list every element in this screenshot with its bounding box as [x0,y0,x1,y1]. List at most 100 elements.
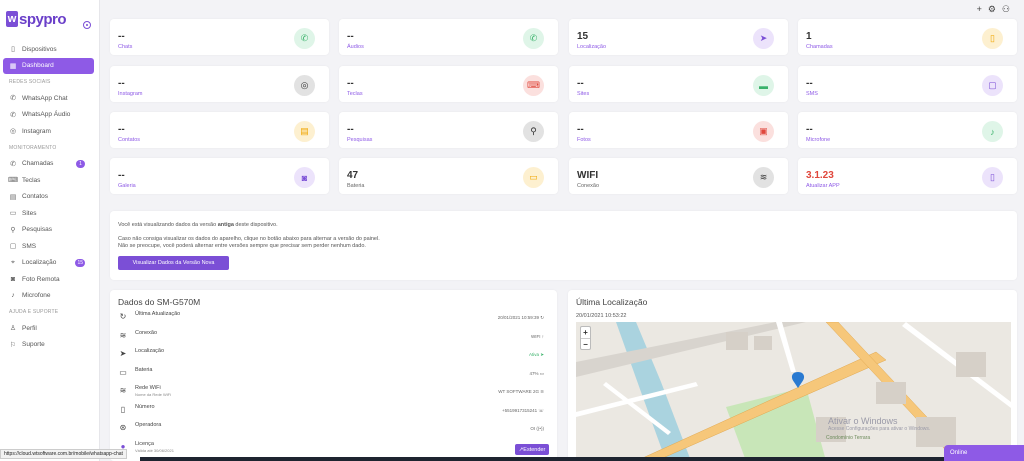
device-row-numero: ▯ Número +5519917315241 ☏ [118,403,548,421]
zoom-in-button[interactable]: + [581,327,590,338]
view-new-version-button[interactable]: Visualizar Dados da Versão Nova [118,256,229,270]
stat-label: SMS [806,91,818,97]
sidebar-item-perfil[interactable]: ♙ Perfil [0,320,100,337]
device-row-licenca: ● Licença Válida até 30/06/2021 [118,440,548,458]
device-row-value: 20/01/2021 10:59:39 ↻ [497,315,544,320]
sidebar-section-title: MONITORAMENTO [9,144,57,151]
sidebar-item-label: SMS [22,242,37,250]
sidebar-item-pesquisas[interactable]: ⚲ Pesquisas [0,222,100,239]
phone-icon: ▯ [982,28,1003,49]
gear-icon[interactable]: ⚙ [988,4,996,15]
collapse-sidebar-icon[interactable] [83,21,91,29]
zoom-control: + − [580,326,591,350]
whatsapp-audio-icon: ✆ [10,111,16,119]
sidebar-item-whatsapp-chat[interactable]: ✆ WhatsApp Chat [0,90,100,107]
map-date: 20/01/2021 10:53:22 [576,313,627,319]
sidebar-item-sites[interactable]: ▭ Sites [0,205,100,222]
camera-icon: ◙ [294,167,315,188]
sidebar-item-foto-remota[interactable]: ◙ Foto Remota [0,271,100,288]
stat-card-conexao[interactable]: WIFI Conexão ≋ [569,158,788,194]
stat-label: Chamadas [806,44,833,50]
sidebar-item-sms[interactable]: ▢ SMS [0,238,100,255]
user-icon[interactable]: ⚇ [1002,4,1010,15]
sidebar-item-dispositivos[interactable]: ▯ Dispositivos [0,41,100,58]
microphone-icon: ♪ [982,121,1003,142]
logo[interactable]: w spypro [6,8,67,30]
sidebar-item-contatos[interactable]: ▤ Contatos [0,189,100,206]
stat-label: Teclas [347,91,363,97]
stat-card-atualizar-app[interactable]: 3.1.23 Atualizar APP ▯ [798,158,1017,194]
device-row-sub: Válida até 30/06/2021 [135,447,174,453]
sidebar-item-instagram[interactable]: ◎ Instagram [0,123,100,140]
sidebar-item-suporte[interactable]: ⚐ Suporte [0,337,100,354]
status-url: https://cloud.wtsoftware.com.br/mobile/w… [0,449,127,459]
stat-value: -- [118,78,125,89]
contacts-icon: ▤ [294,121,315,142]
sidebar-item-label: Localização [22,259,57,267]
add-icon[interactable]: + [977,4,982,15]
extend-button[interactable]: ↗ Estender [515,444,549,455]
sidebar-item-label: Suporte [22,341,45,349]
sidebar-item-whatsapp-audio[interactable]: ✆ WhatsApp Áudio [0,107,100,124]
stat-card-galeria[interactable]: -- Galeria ◙ [110,158,329,194]
instagram-icon: ◎ [9,128,17,136]
instagram-icon: ◎ [294,75,315,96]
stat-value: 3.1.23 [806,170,834,181]
browser-icon: ▬ [753,75,774,96]
sidebar-item-microfone[interactable]: ♪ Microfone [0,288,100,305]
stat-label: Microfone [806,137,831,143]
stat-value: WIFI [577,170,599,181]
device-row-label: Rede WiFi [135,385,161,391]
stat-card-audios[interactable]: -- Áudios ✆ [339,19,558,55]
sidebar-item-chamadas[interactable]: ✆ Chamadas 1 [0,156,100,173]
info-line-3: Não se preocupe, você poderá alternar en… [118,243,366,249]
microphone-icon: ♪ [11,292,15,300]
device-row-value: +5519917315241 ☏ [501,407,544,413]
zoom-out-button[interactable]: − [581,338,590,349]
stat-label: Fotos [577,137,591,143]
sidebar-item-label: Dispositivos [22,45,57,53]
navigation-icon: ➤ [119,349,127,358]
sidebar-item-label: Microfone [22,292,51,300]
map-canvas [576,322,1011,461]
stat-card-fotos[interactable]: -- Fotos ▣ [569,112,788,148]
stat-card-contatos[interactable]: -- Contatos ▤ [110,112,329,148]
info-line-1: Você está visualizando dados da versão a… [118,222,278,228]
sidebar-item-dashboard[interactable]: ▦ Dashboard [3,57,94,74]
stat-card-chats[interactable]: -- Chats ✆ [110,19,329,55]
windows-watermark: Ativar o Windows Acesse Configurações par… [828,416,931,432]
stat-card-chamadas[interactable]: 1 Chamadas ▯ [798,19,1017,55]
stat-label: Galeria [118,183,136,189]
search-icon: ⚲ [523,121,544,142]
wifi-icon: ≋ [119,386,127,395]
stat-label: Áudios [347,44,364,50]
wifi-icon: ≋ [753,167,774,188]
sidebar-item-localizacao[interactable]: ⌖ Localização 15 [0,255,100,272]
stat-card-sites[interactable]: -- Sites ▬ [569,66,788,102]
sidebar-nav: ▯ Dispositivos ▦ Dashboard REDES SOCIAIS ✆ Wha… [0,41,100,353]
stat-value: 1 [806,31,812,42]
stat-card-sms[interactable]: -- SMS ▢ [798,66,1017,102]
online-chat-button[interactable]: Online [944,445,1024,461]
stat-card-teclas[interactable]: -- Teclas ⌨ [339,66,558,102]
device-row-label: Última Atualização [135,311,181,317]
sidebar-item-teclas[interactable]: ⌨ Teclas [0,172,100,189]
device-row-operadora: ⊛ Operadora OI ((•)) [118,421,548,439]
stat-label: Pesquisas [347,137,373,143]
sidebar-item-label: Perfil [22,324,37,332]
stat-value: -- [347,78,354,89]
stat-card-microfone[interactable]: -- Microfone ♪ [798,112,1017,148]
sidebar-item-label: Pesquisas [22,226,52,234]
stat-card-pesquisas[interactable]: -- Pesquisas ⚲ [339,112,558,148]
sms-icon: ▢ [9,243,17,251]
stat-card-bateria[interactable]: 47 Bateria ▭ [339,158,558,194]
topbar: + ⚙ ⚇ [100,0,1024,16]
device-data-card: Dados do SM-G570M ↻ Última Atualização 20/… [110,290,557,461]
location-map[interactable]: + − Condomínio Terrara Ativar o Windows A… [576,322,1011,461]
stat-label: Sites [577,91,590,97]
navigation-icon: ➤ [753,28,774,49]
stat-value: -- [347,31,354,42]
stat-card-instagram[interactable]: -- Instagram ◎ [110,66,329,102]
stat-value: -- [118,124,125,135]
stat-card-localizacao[interactable]: 15 Localização ➤ [569,19,788,55]
